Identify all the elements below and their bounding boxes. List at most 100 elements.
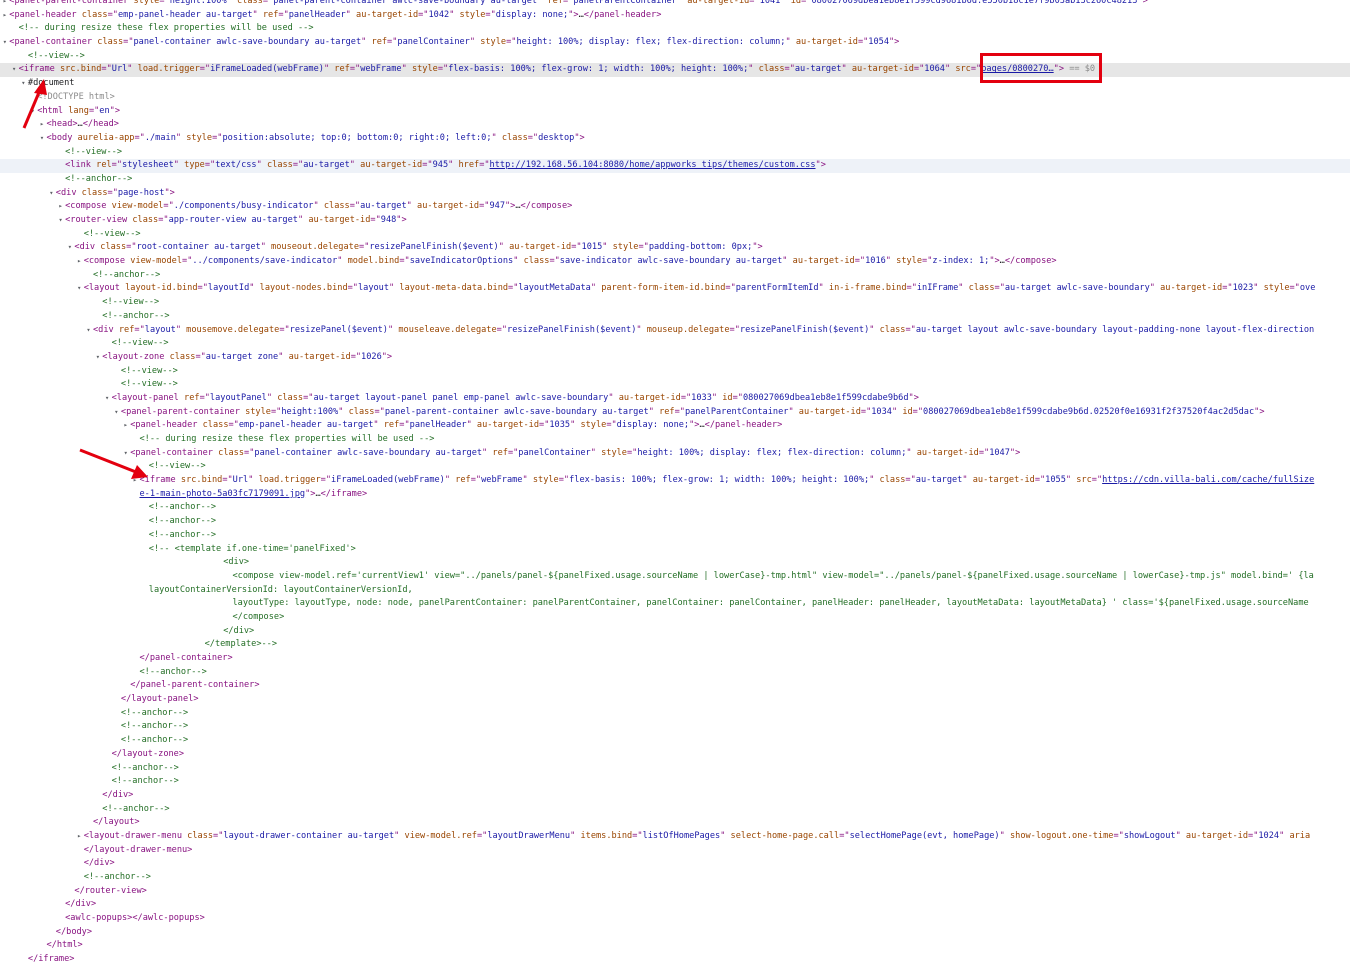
dom-node-row[interactable]: ▾ <router-view class="app-router-view au-… <box>0 214 1350 228</box>
node-token: iFrameLoaded(webFrame) <box>331 475 445 486</box>
dom-node-row[interactable]: ▸ <compose view-model="../components/save… <box>0 255 1350 269</box>
node-token: </div> <box>102 789 134 800</box>
dom-node-row[interactable]: ▾ <panel-parent-container style="height:1… <box>0 406 1350 420</box>
expand-triangle-icon[interactable]: ▾ <box>93 351 102 365</box>
dom-node-row[interactable]: </router-view> <box>0 885 1350 899</box>
dom-node-row[interactable]: ▾ #document <box>0 77 1350 91</box>
dom-node-row[interactable]: <!-- during resize these flex properties… <box>0 22 1350 36</box>
dom-node-row[interactable]: ▾ <panel-container class="panel-container… <box>0 36 1350 50</box>
node-token: <!--view--> <box>111 338 169 349</box>
dom-node-row[interactable]: <compose view-model.ref='currentView1' v… <box>0 570 1350 584</box>
dom-node-row[interactable]: ▸ <panel-parent-container style="height:1… <box>0 0 1350 9</box>
dom-node-row[interactable]: ▸ <iframe src.bind="Url" load.trigger="iF… <box>0 474 1350 488</box>
expand-triangle-icon[interactable]: ▾ <box>112 406 121 420</box>
dom-node-row[interactable]: </div> <box>0 857 1350 871</box>
dom-node-row[interactable]: </layout-zone> <box>0 748 1350 762</box>
node-token: emp-panel-header au-target <box>117 9 253 20</box>
expand-triangle-icon[interactable]: ▾ <box>0 36 9 50</box>
dom-node-row[interactable]: </iframe> <box>0 953 1350 967</box>
dom-node-row[interactable]: </div> <box>0 789 1350 803</box>
dom-node-row[interactable]: <!--view--> <box>0 296 1350 310</box>
node-token: " <box>127 64 138 75</box>
dom-node-row[interactable]: <awlc-popups></awlc-popups> <box>0 912 1350 926</box>
dom-node-row[interactable]: <!--anchor--> <box>0 529 1350 543</box>
dom-node-row[interactable]: </layout> <box>0 816 1350 830</box>
node-token: " <box>361 37 372 48</box>
dom-node-row[interactable]: </body> <box>0 926 1350 940</box>
dom-node-row[interactable]: <!DOCTYPE html> <box>0 91 1350 105</box>
dom-node-row[interactable]: layoutType: layoutType, node: node, pane… <box>0 597 1350 611</box>
dom-node-row[interactable]: ▾<html lang="en"> <box>0 105 1350 119</box>
dom-node-row[interactable]: </template>--> <box>0 638 1350 652</box>
dom-node-row[interactable]: <!-- during resize these flex properties… <box>0 433 1350 447</box>
collapse-triangle-icon[interactable]: ▸ <box>56 200 65 214</box>
attr-link[interactable]: http://192.168.56.104:8080/home/appworks… <box>490 160 816 170</box>
dom-node-row[interactable]: <!--view--> <box>0 228 1350 242</box>
dom-node-row[interactable]: </layout-drawer-menu> <box>0 844 1350 858</box>
dom-node-row[interactable]: ▾ <panel-container class="panel-container… <box>0 447 1350 461</box>
dom-node-row[interactable]: </layout-panel> <box>0 693 1350 707</box>
dom-node-row[interactable]: ▾ <div class="page-host"> <box>0 187 1350 201</box>
dom-node-row[interactable]: <!--anchor--> <box>0 803 1350 817</box>
dom-node-row[interactable]: <!--anchor--> <box>0 310 1350 324</box>
dom-node-row[interactable]: </panel-container> <box>0 652 1350 666</box>
collapse-triangle-icon[interactable]: ▸ <box>121 419 130 433</box>
attr-link[interactable]: https://cdn.villa-bali.com/cache/fullSiz… <box>1102 475 1314 485</box>
collapse-triangle-icon[interactable]: ▸ <box>75 255 84 269</box>
dom-node-row[interactable]: ▾ <layout-panel ref="layoutPanel" class="… <box>0 392 1350 406</box>
collapse-triangle-icon[interactable]: ▸ <box>0 0 9 9</box>
dom-node-row[interactable]: <div> <box>0 556 1350 570</box>
dom-node-row[interactable]: <!--view--> <box>0 460 1350 474</box>
dom-node-row[interactable]: <!--view--> <box>0 365 1350 379</box>
dom-node-row[interactable]: </compose> <box>0 611 1350 625</box>
expand-triangle-icon[interactable]: ▾ <box>103 392 112 406</box>
dom-node-row[interactable]: <!--anchor--> <box>0 501 1350 515</box>
dom-node-row[interactable]: </div> <box>0 898 1350 912</box>
dom-node-row[interactable]: <!--anchor--> <box>0 720 1350 734</box>
dom-node-row[interactable]: layoutContainerVersionId: layoutContaine… <box>0 584 1350 598</box>
dom-node-row[interactable]: </div> <box>0 625 1350 639</box>
dom-node-row[interactable]: <!--view--> <box>0 146 1350 160</box>
dom-node-row[interactable]: <!--view--> <box>0 50 1350 64</box>
dom-node-row[interactable]: <!--anchor--> <box>0 173 1350 187</box>
dom-node-row[interactable]: <!-- <template if.one-time='panelFixed'> <box>0 543 1350 557</box>
dom-node-row[interactable]: <!--anchor--> <box>0 666 1350 680</box>
dom-node-row[interactable]: ▾ <layout layout-id.bind="layoutId" layou… <box>0 282 1350 296</box>
dom-node-row[interactable]: e-1-main-photo-5a03fc7179091.jpg">…</ifr… <box>0 488 1350 502</box>
expand-triangle-icon[interactable]: ▾ <box>75 282 84 296</box>
dom-node-row[interactable]: <link rel="stylesheet" type="text/css" c… <box>0 159 1350 173</box>
dom-node-row[interactable]: <!--anchor--> <box>0 734 1350 748</box>
node-token: resizePanel($event) <box>289 324 388 335</box>
expand-triangle-icon[interactable]: ▾ <box>56 214 65 228</box>
dom-node-row[interactable]: ▸ <panel-header class="emp-panel-header a… <box>0 9 1350 23</box>
node-token: href <box>458 160 480 171</box>
dom-node-row[interactable]: </html> <box>0 939 1350 953</box>
collapse-triangle-icon[interactable]: ▸ <box>75 830 84 844</box>
dom-node-row[interactable]: ▾ <body aurelia-app="./main" style="posit… <box>0 132 1350 146</box>
dom-node-row[interactable]: <!--view--> <box>0 378 1350 392</box>
dom-node-row[interactable]: <!--anchor--> <box>0 515 1350 529</box>
node-token: </head> <box>82 119 119 130</box>
expand-triangle-icon[interactable]: ▾ <box>47 187 56 201</box>
dom-node-row[interactable]: <!--anchor--> <box>0 269 1350 283</box>
dom-node-row[interactable]: <!--anchor--> <box>0 707 1350 721</box>
dom-node-row[interactable]: </panel-parent-container> <box>0 679 1350 693</box>
node-token: </panel-header> <box>583 9 662 20</box>
dom-node-row[interactable]: ▸ <head>…</head> <box>0 118 1350 132</box>
expand-triangle-icon[interactable]: ▾ <box>84 324 93 338</box>
dom-node-row[interactable]: ▸ <layout-drawer-menu class="layout-drawe… <box>0 830 1350 844</box>
dom-node-row[interactable]: ▸ <compose view-model="./components/busy-… <box>0 200 1350 214</box>
node-token: class <box>879 475 906 486</box>
dom-node-row[interactable]: ▾ <iframe src.bind="Url" load.trigger="iF… <box>0 63 1350 78</box>
dom-node-row[interactable]: <!--view--> <box>0 337 1350 351</box>
dom-node-row[interactable]: ▾ <div class="root-container au-target" m… <box>0 241 1350 255</box>
dom-node-row[interactable]: <!--anchor--> <box>0 775 1350 789</box>
dom-node-row[interactable]: ▸ <panel-header class="emp-panel-header a… <box>0 419 1350 433</box>
node-token: =" <box>527 132 539 143</box>
dom-node-row[interactable]: <!--anchor--> <box>0 762 1350 776</box>
attr-link[interactable]: e-1-main-photo-5a03fc7179091.jpg <box>140 489 306 499</box>
collapse-triangle-icon[interactable]: ▸ <box>0 9 9 23</box>
dom-node-row[interactable]: ▾ <div ref="layout" mousemove.delegate="r… <box>0 324 1350 338</box>
dom-node-row[interactable]: <!--anchor--> <box>0 871 1350 885</box>
dom-node-row[interactable]: ▾ <layout-zone class="au-target zone" au-… <box>0 351 1350 365</box>
